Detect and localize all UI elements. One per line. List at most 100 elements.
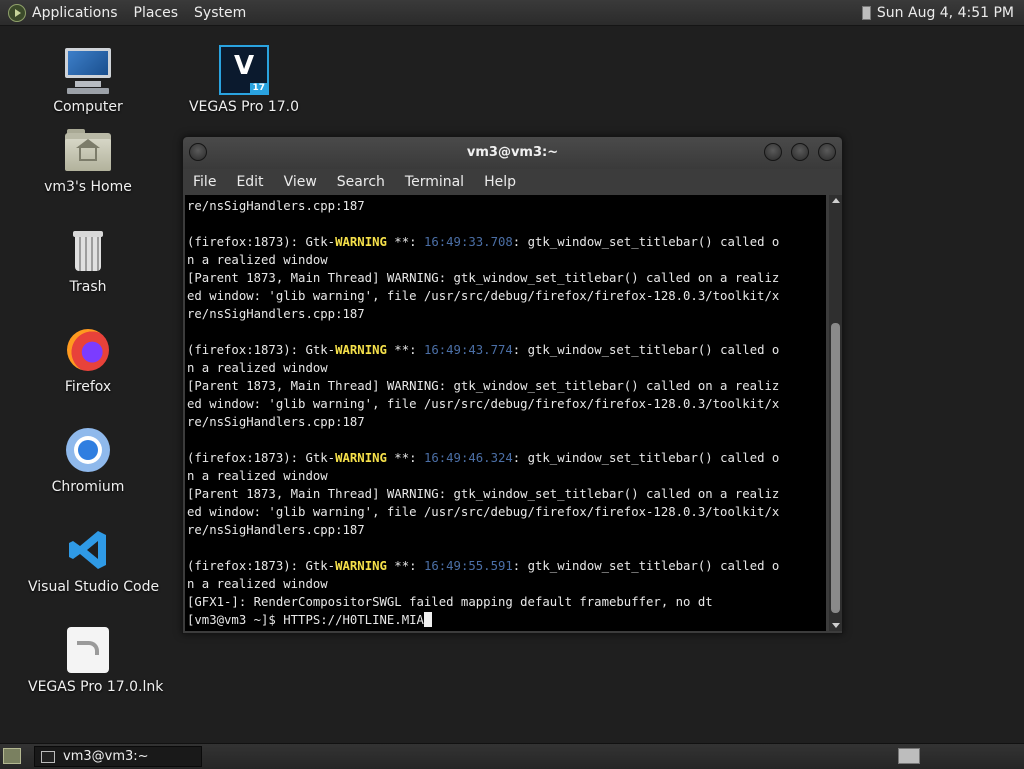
terminal-prompt: [vm3@vm3 ~]$	[187, 613, 284, 627]
terminal-text: (firefox:1873): Gtk-	[187, 451, 336, 465]
terminal-line: (firefox:1873): Gtk-WARNING **: 16:49:33…	[187, 233, 826, 251]
terminal-titlebar[interactable]: vm3@vm3:~	[183, 137, 842, 169]
taskbar-button-label: vm3@vm3:~	[63, 749, 149, 764]
bottom-panel: vm3@vm3:~	[0, 743, 1024, 769]
terminal-output[interactable]: re/nsSigHandlers.cpp:187 (firefox:1873): …	[185, 195, 826, 631]
workspace-switcher[interactable]	[898, 748, 920, 764]
desktop-icon-chromium[interactable]: Chromium	[28, 425, 148, 495]
desktop-icon-label: Visual Studio Code	[28, 579, 160, 595]
desktop-icon-computer[interactable]: Computer	[28, 45, 148, 115]
terminal-title: vm3@vm3:~	[466, 145, 559, 160]
desktop-icon-label: Firefox	[64, 379, 112, 395]
terminal-line: [Parent 1873, Main Thread] WARNING: gtk_…	[187, 379, 780, 393]
terminal-line: n a realized window	[187, 253, 328, 267]
terminal-line: (firefox:1873): Gtk-WARNING **: 16:49:43…	[187, 341, 826, 359]
desktop-icon-label: Computer	[53, 99, 123, 115]
timestamp: 16:49:55.591	[423, 559, 513, 573]
desktop-icon-label: VEGAS Pro 17.0.lnk	[28, 679, 164, 695]
terminal-line: re/nsSigHandlers.cpp:187	[187, 199, 365, 213]
shortcut-icon	[63, 625, 113, 675]
timestamp: 16:49:46.324	[423, 451, 513, 465]
menu-view[interactable]: View	[284, 174, 317, 190]
desktop-icon-home[interactable]: vm3's Home	[28, 125, 148, 195]
clock[interactable]: Sun Aug 4, 4:51 PM	[877, 5, 1014, 21]
terminal-icon	[41, 750, 55, 763]
terminal-text: : gtk_window_set_titlebar() called o	[512, 343, 780, 357]
maximize-button[interactable]	[791, 143, 809, 161]
top-panel: Applications Places System Sun Aug 4, 4:…	[0, 0, 1024, 26]
terminal-input[interactable]: HTTPS://H0TLINE.MIA	[283, 613, 424, 627]
warning-keyword: WARNING	[335, 559, 387, 573]
terminal-scrollbar[interactable]	[829, 195, 842, 631]
terminal-line: n a realized window	[187, 577, 328, 591]
warning-keyword: WARNING	[335, 451, 387, 465]
scrollbar-thumb[interactable]	[831, 323, 840, 613]
close-button[interactable]	[818, 143, 836, 161]
firefox-icon	[63, 325, 113, 375]
main-menu-icon[interactable]	[8, 3, 26, 22]
desktop-icon-vegas-pro[interactable]: V 17 VEGAS Pro 17.0	[184, 45, 304, 115]
timestamp: 16:49:33.708	[423, 235, 513, 249]
terminal-prompt-line[interactable]: [vm3@vm3 ~]$ HTTPS://H0TLINE.MIA	[187, 611, 826, 629]
minimize-button[interactable]	[764, 143, 782, 161]
terminal-line: ed window: 'glib warning', file /usr/src…	[187, 505, 780, 519]
menu-terminal[interactable]: Terminal	[405, 174, 464, 190]
terminal-line: [GFX1-]: RenderCompositorSWGL failed map…	[187, 595, 713, 609]
terminal-line: re/nsSigHandlers.cpp:187	[187, 307, 365, 321]
terminal-text: : gtk_window_set_titlebar() called o	[512, 451, 780, 465]
scroll-down-arrow-icon[interactable]	[832, 623, 840, 628]
terminal-text: **:	[386, 451, 424, 465]
chromium-icon	[63, 425, 113, 475]
terminal-text: : gtk_window_set_titlebar() called o	[512, 559, 780, 573]
desktop-icon-vegas-lnk[interactable]: VEGAS Pro 17.0.lnk	[28, 625, 164, 695]
system-menu[interactable]: System	[194, 5, 246, 21]
scroll-up-arrow-icon[interactable]	[832, 198, 840, 203]
vegas-pro-icon: V 17	[219, 45, 269, 95]
menu-file[interactable]: File	[193, 174, 216, 190]
desktop-icon-label: vm3's Home	[44, 179, 132, 195]
network-status-icon[interactable]	[861, 5, 871, 20]
desktop-icon-trash[interactable]: Trash	[28, 225, 148, 295]
terminal-cursor	[423, 612, 432, 627]
warning-keyword: WARNING	[335, 343, 387, 357]
terminal-line: ed window: 'glib warning', file /usr/src…	[187, 289, 780, 303]
terminal-text: (firefox:1873): Gtk-	[187, 559, 336, 573]
terminal-text: (firefox:1873): Gtk-	[187, 343, 336, 357]
computer-icon	[63, 45, 113, 95]
terminal-line: (firefox:1873): Gtk-WARNING **: 16:49:55…	[187, 557, 826, 575]
terminal-window: vm3@vm3:~ File Edit View Search Terminal…	[182, 136, 843, 634]
menu-edit[interactable]: Edit	[236, 174, 263, 190]
places-menu[interactable]: Places	[134, 5, 179, 21]
terminal-line: [Parent 1873, Main Thread] WARNING: gtk_…	[187, 487, 780, 501]
desktop-icon-label: Chromium	[51, 479, 125, 495]
taskbar-terminal-button[interactable]: vm3@vm3:~	[34, 746, 202, 767]
terminal-text: **:	[386, 235, 424, 249]
terminal-line: n a realized window	[187, 361, 328, 375]
show-desktop-icon[interactable]	[3, 748, 21, 764]
terminal-line: (firefox:1873): Gtk-WARNING **: 16:49:46…	[187, 449, 826, 467]
terminal-line: re/nsSigHandlers.cpp:187	[187, 415, 365, 429]
terminal-menubar: File Edit View Search Terminal Help	[183, 169, 842, 195]
menu-search[interactable]: Search	[337, 174, 385, 190]
menu-help[interactable]: Help	[484, 174, 516, 190]
desktop-icon-vscode[interactable]: Visual Studio Code	[28, 525, 160, 595]
terminal-line: [Parent 1873, Main Thread] WARNING: gtk_…	[187, 271, 780, 285]
terminal-text: **:	[386, 559, 424, 573]
terminal-line: ed window: 'glib warning', file /usr/src…	[187, 397, 780, 411]
terminal-line: n a realized window	[187, 469, 328, 483]
desktop-icon-label: VEGAS Pro 17.0	[188, 99, 300, 115]
vegas-icon-badge: 17	[250, 83, 267, 93]
terminal-line: re/nsSigHandlers.cpp:187	[187, 523, 365, 537]
desktop-icon-firefox[interactable]: Firefox	[28, 325, 148, 395]
terminal-text: **:	[386, 343, 424, 357]
applications-menu[interactable]: Applications	[32, 5, 118, 21]
vegas-icon-glyph: V	[233, 51, 255, 81]
vscode-icon	[63, 525, 113, 575]
warning-keyword: WARNING	[335, 235, 387, 249]
home-folder-icon	[63, 125, 113, 175]
terminal-text: (firefox:1873): Gtk-	[187, 235, 336, 249]
